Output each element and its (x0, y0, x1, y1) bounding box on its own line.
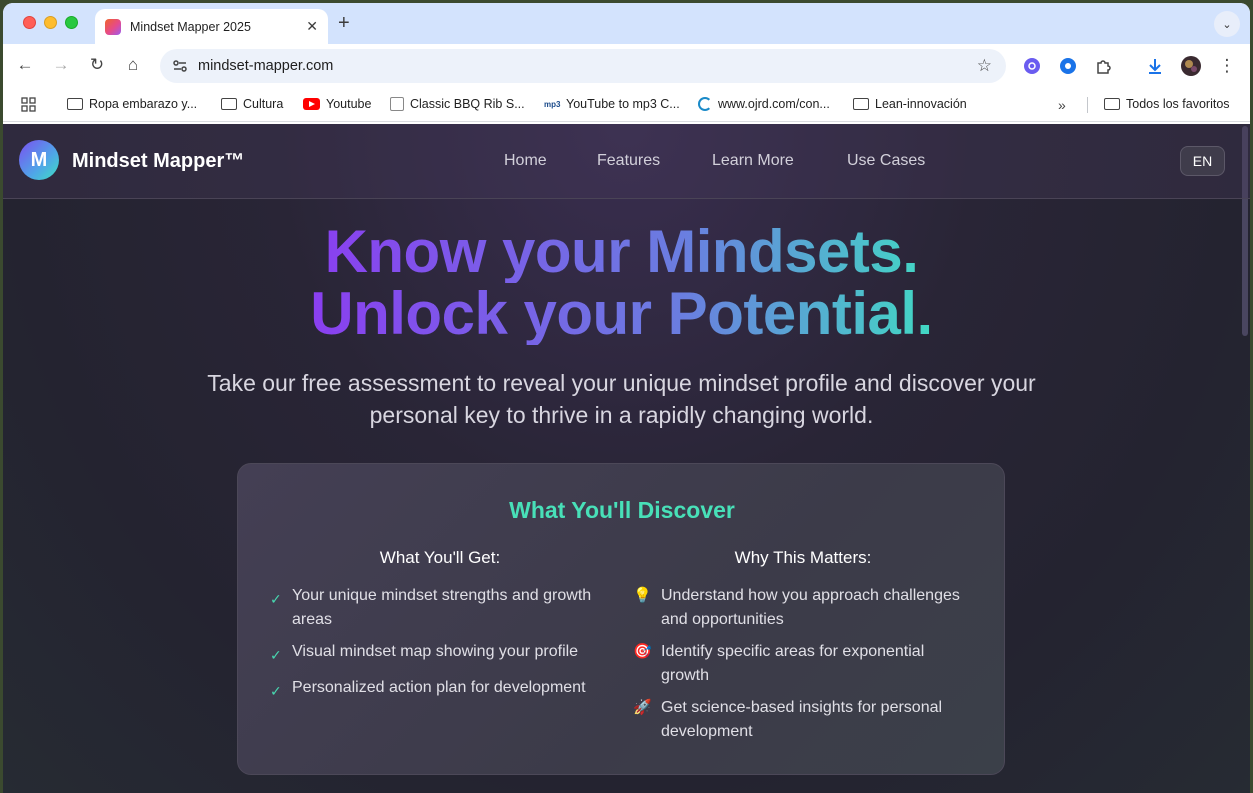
logo-text[interactable]: Mindset Mapper™ (72, 150, 244, 173)
list-item: ✓ Visual mindset map showing your profil… (270, 640, 615, 667)
site-header: M Mindset Mapper™ Home Features Learn Mo… (3, 124, 1250, 199)
reload-icon[interactable]: ↻ (86, 55, 108, 75)
why-item-text: Get science-based insights for personal … (661, 699, 943, 740)
download-icon[interactable] (1145, 56, 1165, 76)
tab-strip: Mindset Mapper 2025 ✕ + ⌄ (3, 3, 1250, 44)
window-controls (23, 16, 78, 29)
nav-link-features[interactable]: Features (597, 152, 660, 170)
site-info-icon[interactable] (172, 58, 188, 74)
hero-subtitle: Take our free assessment to reveal your … (207, 370, 1036, 428)
folder-icon (221, 98, 237, 110)
extension-gear-icon[interactable] (1022, 56, 1042, 76)
forward-arrow-icon[interactable]: → (50, 55, 72, 75)
mp3-icon: mp3 (544, 99, 561, 109)
active-tab[interactable]: Mindset Mapper 2025 ✕ (95, 9, 328, 44)
folder-icon (1104, 98, 1120, 110)
bookmark-label: Cultura (243, 97, 284, 111)
address-bar[interactable]: mindset-mapper.com ☆ (160, 49, 1006, 83)
list-item: ✓ Your unique mindset strengths and grow… (270, 584, 600, 632)
nav-link-home[interactable]: Home (504, 152, 547, 170)
extension-blue-icon[interactable] (1058, 56, 1078, 76)
youtube-icon (303, 98, 320, 110)
get-heading: What You'll Get: (379, 548, 501, 567)
browser-window: Mindset Mapper 2025 ✕ + ⌄ ← → ↻ ⌂ mindse… (3, 3, 1250, 793)
bookmarks-bar: Ropa embarazo y... Cultura Youtube Class… (3, 88, 1250, 122)
tab-search-button[interactable]: ⌄ (1214, 11, 1240, 37)
bookmark-label: www.ojrd.com/con... (718, 97, 830, 111)
checkmark-icon: ✓ (270, 683, 282, 699)
browser-toolbar: ← → ↻ ⌂ mindset-mapper.com ☆ ⋮ (3, 44, 1250, 88)
list-item: ✓ Personalized action plan for developme… (270, 676, 615, 703)
discover-card: What You'll Discover What You'll Get: Wh… (237, 463, 1005, 775)
all-bookmarks-label: Todos los favoritos (1126, 97, 1230, 111)
folder-icon (67, 98, 83, 110)
nav-link-learn-more[interactable]: Learn More (712, 152, 794, 170)
extensions-puzzle-icon[interactable] (1094, 56, 1114, 76)
tab-close-icon[interactable]: ✕ (306, 18, 318, 35)
bookmarks-divider (1087, 97, 1088, 113)
maximize-window-button[interactable] (65, 16, 78, 29)
home-icon[interactable]: ⌂ (122, 55, 144, 75)
new-tab-button[interactable]: + (338, 12, 350, 35)
bookmark-item[interactable]: Classic BBQ Rib S... (390, 97, 525, 111)
site-icon (390, 97, 404, 111)
folder-icon (853, 98, 869, 110)
bookmark-item[interactable]: mp3 YouTube to mp3 C... (544, 97, 680, 111)
browser-menu-icon[interactable]: ⋮ (1217, 56, 1237, 76)
all-bookmarks-button[interactable]: Todos los favoritos (1104, 97, 1230, 111)
web-page: M Mindset Mapper™ Home Features Learn Mo… (3, 124, 1250, 793)
bookmark-item[interactable]: Ropa embarazo y... (67, 97, 197, 111)
apps-grid-icon[interactable] (21, 97, 36, 112)
loading-icon (698, 97, 712, 111)
bookmark-item[interactable]: www.ojrd.com/con... (698, 97, 830, 111)
checkmark-icon: ✓ (270, 591, 282, 607)
hero-title-line2: Unlock your Potential. (3, 283, 1240, 345)
bookmark-item[interactable]: Cultura (221, 97, 283, 111)
bookmark-label: Lean-innovación (875, 97, 967, 111)
minimize-window-button[interactable] (44, 16, 57, 29)
get-item-text: Personalized action plan for development (292, 679, 586, 696)
get-item-text: Visual mindset map showing your profile (292, 643, 579, 660)
bookmark-item[interactable]: Lean-innovación (853, 97, 967, 111)
logo-badge[interactable]: M (19, 140, 59, 180)
discover-title: What You'll Discover (509, 497, 735, 523)
checkmark-icon: ✓ (270, 647, 282, 663)
bookmark-item[interactable]: Youtube (303, 97, 371, 111)
profile-avatar[interactable] (1181, 56, 1201, 76)
why-heading: Why This Matters: (734, 548, 872, 567)
list-item: 💡 Understand how you approach challenges… (633, 584, 973, 632)
bookmark-label: YouTube to mp3 C... (566, 97, 680, 111)
tab-favicon-icon (105, 18, 121, 35)
rocket-icon: 🚀 (633, 699, 652, 716)
get-item-text: Your unique mindset strengths and growth… (292, 587, 592, 628)
bookmark-label: Ropa embarazo y... (89, 97, 198, 111)
target-icon: 🎯 (633, 643, 652, 660)
why-item-text: Identify specific areas for exponential … (661, 643, 925, 684)
list-item: 🎯 Identify specific areas for exponentia… (633, 640, 973, 688)
bookmark-star-icon[interactable]: ☆ (977, 56, 992, 76)
more-bookmarks-chevron-icon[interactable]: » (1058, 97, 1066, 113)
tab-title: Mindset Mapper 2025 (130, 19, 251, 34)
back-arrow-icon[interactable]: ← (14, 55, 36, 75)
url-text: mindset-mapper.com (198, 58, 334, 74)
why-item-text: Understand how you approach challenges a… (661, 587, 960, 628)
bookmark-label: Classic BBQ Rib S... (410, 97, 525, 111)
lightbulb-icon: 💡 (633, 587, 652, 604)
close-window-button[interactable] (23, 16, 36, 29)
bookmark-label: Youtube (326, 97, 372, 111)
nav-link-use-cases[interactable]: Use Cases (847, 152, 925, 170)
language-button[interactable]: EN (1180, 146, 1225, 176)
hero-title-line1: Know your Mindsets. (3, 221, 1240, 283)
list-item: 🚀 Get science-based insights for persona… (633, 696, 973, 744)
